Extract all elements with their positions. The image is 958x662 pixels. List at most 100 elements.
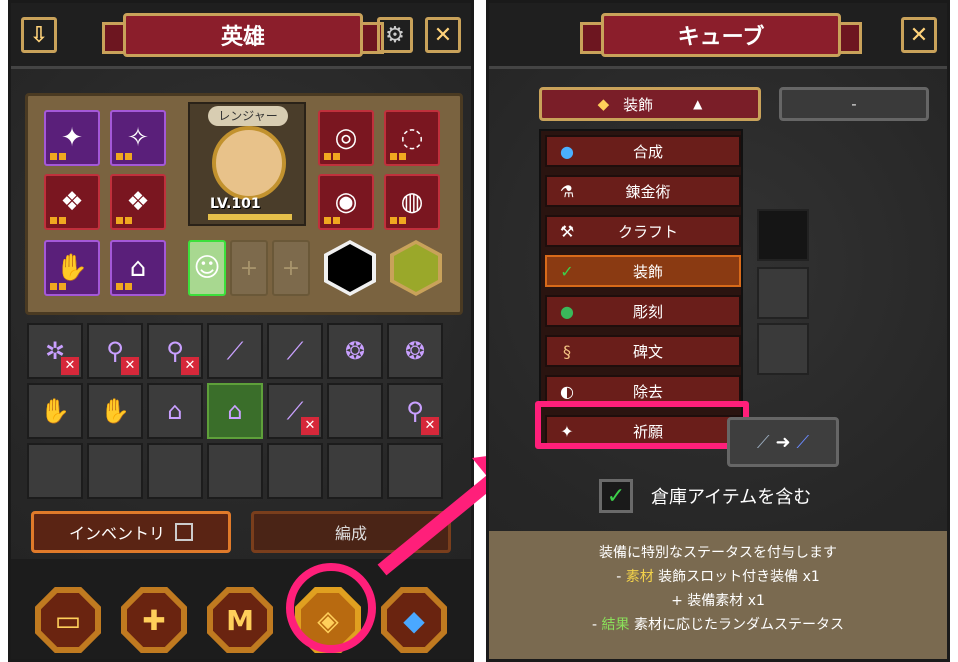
- equip-slot-gloves[interactable]: ❖: [110, 174, 166, 230]
- hex-slot-outer-1[interactable]: [324, 240, 376, 296]
- gem-icon: ◆: [387, 593, 441, 647]
- inventory-item[interactable]: ⚲ ✕: [87, 323, 143, 379]
- back-icon[interactable]: ⇩: [21, 17, 57, 53]
- menu-item-label: クラフト: [617, 222, 678, 241]
- anvil-icon: ⚒: [559, 221, 575, 241]
- equip-slot-weapon[interactable]: ✦: [44, 110, 100, 166]
- inventory-empty-slot[interactable]: [387, 443, 443, 499]
- close-button[interactable]: ✕: [425, 17, 461, 53]
- include-storage-checkbox[interactable]: ✓: [599, 479, 633, 513]
- description-line-2: - 素材 装飾スロット付き装備 x1: [489, 565, 947, 589]
- menu-item-label: 装飾: [632, 262, 663, 281]
- inventory-item[interactable]: ⟋: [207, 323, 263, 379]
- filter-row: ◆ 装飾 ▲ -: [509, 83, 929, 123]
- bottom-nav: ▭ ✚ M ◈ ◆: [11, 559, 471, 659]
- gem-icon: ◆: [597, 95, 610, 113]
- inventory-item[interactable]: ⚲ ✕: [387, 383, 443, 439]
- inventory-item[interactable]: ⟋: [267, 323, 323, 379]
- menu-item-decoration[interactable]: ✓ 装飾: [545, 255, 741, 287]
- description-line-1: 装備に特別なステータスを付与します: [599, 545, 837, 561]
- checkmark-icon: ✓: [560, 261, 574, 281]
- desc-prefix: -: [592, 617, 602, 633]
- sub-dropdown[interactable]: -: [779, 87, 929, 121]
- cube-slot-2[interactable]: [757, 323, 809, 375]
- arrow-right-icon: ➜: [775, 431, 791, 453]
- inventory-item[interactable]: ❂: [327, 323, 383, 379]
- category-dropdown[interactable]: ◆ 装飾 ▲: [539, 87, 761, 121]
- scroll-icon: §: [563, 341, 571, 361]
- hex-slot-outer-2[interactable]: [390, 240, 442, 296]
- alchemy-icon: ⚗: [559, 181, 575, 201]
- description-panel: 装備に特別なステータスを付与します - 素材 装飾スロット付き装備 x1 + 装…: [489, 531, 947, 659]
- companion-slot-empty-2[interactable]: +: [272, 240, 310, 296]
- inventory-item[interactable]: ✋: [27, 383, 83, 439]
- menu-item-label: 合成: [632, 142, 663, 161]
- chest-icon: ▭: [41, 593, 95, 647]
- inventory-empty-slot[interactable]: [87, 443, 143, 499]
- unequippable-x-icon: ✕: [181, 357, 199, 375]
- nav-chest-button[interactable]: ▭: [35, 587, 101, 653]
- inventory-empty-slot[interactable]: [267, 443, 323, 499]
- menu-item-label: 碑文: [632, 342, 663, 361]
- inventory-empty-slot[interactable]: [207, 443, 263, 499]
- cube-slot-1[interactable]: [757, 267, 809, 319]
- equip-slot-armor[interactable]: ❖: [44, 174, 100, 230]
- equip-slot-offhand[interactable]: ✧: [110, 110, 166, 166]
- cube-slot-result[interactable]: [757, 209, 809, 261]
- inventory-item-selected[interactable]: ⌂: [207, 383, 263, 439]
- hero-face-image: [212, 126, 286, 200]
- inventory-empty-slot[interactable]: [327, 383, 383, 439]
- settings-icon[interactable]: ⚙: [377, 17, 413, 53]
- hero-equipment-area: ✦ ✧ ❖ ❖ ✋ ⌂ レンジャー LV.101 ◎ ◌ ◉ ◍ ☺ + +: [25, 93, 463, 315]
- equip-slot-amulet[interactable]: ◎: [318, 110, 374, 166]
- nav-rune-button[interactable]: M: [207, 587, 273, 653]
- hero-portrait[interactable]: レンジャー LV.101: [188, 102, 306, 226]
- inventory-empty-slot[interactable]: [27, 443, 83, 499]
- inventory-item[interactable]: ❂: [387, 323, 443, 379]
- tab-formation-label: 編成: [334, 524, 367, 543]
- nav-gem-button[interactable]: ◆: [381, 587, 447, 653]
- tab-formation[interactable]: 編成: [251, 511, 451, 553]
- page-title: 英雄: [102, 13, 384, 57]
- menu-item-alchemy[interactable]: ⚗ 錬金術: [545, 175, 741, 207]
- menu-item-label: 除去: [632, 382, 663, 401]
- hero-tabs: インベントリ 編成: [31, 511, 461, 553]
- tab-inventory-label: インベントリ: [68, 524, 165, 543]
- equip-slot-ring-2[interactable]: ◉: [318, 174, 374, 230]
- inventory-empty-slot[interactable]: [147, 443, 203, 499]
- hero-panel: ⇩ 英雄 ⚙ ✕ ✦ ✧ ❖ ❖ ✋ ⌂ レンジャー LV.101 ◎ ◌ ◉ …: [8, 0, 474, 662]
- inventory-item[interactable]: ⌂: [147, 383, 203, 439]
- tab-inventory[interactable]: インベントリ: [31, 511, 231, 553]
- menu-item-engraving[interactable]: ● 彫刻: [545, 295, 741, 327]
- hero-titlebar: ⇩ 英雄 ⚙ ✕: [11, 3, 471, 69]
- menu-item-label: 彫刻: [632, 302, 663, 321]
- include-storage-label: 倉庫アイテムを含む: [651, 487, 812, 508]
- close-button[interactable]: ✕: [901, 17, 937, 53]
- inventory-item[interactable]: ✋: [87, 383, 143, 439]
- cross-icon: ✚: [127, 593, 181, 647]
- unequippable-x-icon: ✕: [421, 417, 439, 435]
- include-storage-option: ✓ 倉庫アイテムを含む: [599, 479, 811, 513]
- companion-slot-1[interactable]: ☺: [188, 240, 226, 296]
- inventory-item[interactable]: ✲ ✕: [27, 323, 83, 379]
- menu-item-synthesis[interactable]: ● 合成: [545, 135, 741, 167]
- inventory-item[interactable]: ⟋ ✕: [267, 383, 323, 439]
- inventory-item[interactable]: ⚲ ✕: [147, 323, 203, 379]
- equip-slot-belt[interactable]: ✋: [44, 240, 100, 296]
- convert-button[interactable]: ⟋ ➜ ⟋: [727, 417, 839, 467]
- inventory-empty-slot[interactable]: [327, 443, 383, 499]
- menu-item-inscription[interactable]: § 碑文: [545, 335, 741, 367]
- companion-slot-empty-1[interactable]: +: [230, 240, 268, 296]
- equip-slot-boots[interactable]: ⌂: [110, 240, 166, 296]
- page-title: キューブ: [580, 13, 862, 57]
- hero-class-label: レンジャー: [208, 106, 288, 126]
- hex-slot-empty-icon: [328, 244, 372, 292]
- menu-item-craft[interactable]: ⚒ クラフト: [545, 215, 741, 247]
- hex-slot-gem-icon: [394, 244, 438, 292]
- equip-slot-ring-1[interactable]: ◌: [384, 110, 440, 166]
- menu-item-label: 錬金術: [625, 182, 671, 201]
- nav-cross-button[interactable]: ✚: [121, 587, 187, 653]
- equip-slot-ring-3[interactable]: ◍: [384, 174, 440, 230]
- desc-key-result: 結果: [601, 617, 630, 633]
- chevron-up-icon: ▲: [693, 97, 703, 111]
